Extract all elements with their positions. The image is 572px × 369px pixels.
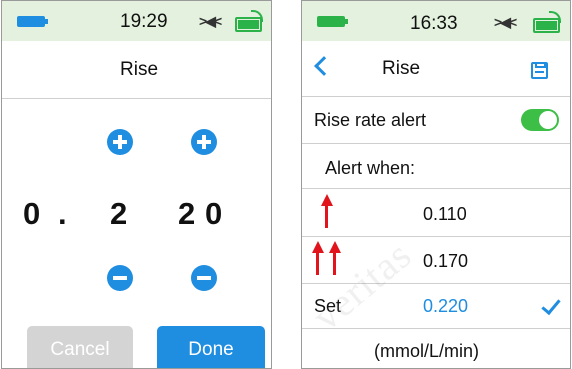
title-bar: Rise: [302, 41, 570, 97]
back-arrow-icon[interactable]: [314, 56, 334, 76]
signal-icon: >◀<: [494, 14, 517, 30]
decimal-point: .: [58, 196, 67, 231]
decrement-second-digit-button[interactable]: [191, 265, 217, 291]
status-time: 19:29: [120, 11, 168, 32]
alert-when-row: Alert when:: [302, 144, 570, 189]
cancel-button[interactable]: Cancel: [27, 326, 133, 368]
increment-second-digit-button[interactable]: [191, 129, 217, 155]
set-label: Set: [314, 296, 342, 316]
digit-fixed-zero: 0: [205, 196, 223, 231]
unit-label: (mmol/L/min): [374, 341, 480, 361]
double-arrow-threshold-row[interactable]: 0.170: [302, 237, 570, 284]
status-bar: 16:33 >◀<: [302, 1, 570, 41]
title-bar: Rise: [2, 41, 271, 99]
status-time: 16:33: [410, 13, 458, 34]
digit-editable-1[interactable]: 2: [110, 196, 127, 232]
rise-alert-settings-screen: 16:33 >◀< Rise Rise rate alert Alert whe…: [301, 0, 571, 369]
alert-when-label: Alert when:: [325, 158, 416, 178]
set-value: 0.220: [423, 296, 469, 316]
decrement-first-digit-button[interactable]: [107, 265, 133, 291]
digit-integer: 0: [23, 196, 41, 231]
set-threshold-row[interactable]: Set 0.220: [302, 284, 570, 329]
page-title: Rise: [120, 59, 159, 80]
done-button[interactable]: Done: [157, 326, 265, 368]
single-arrow-threshold-row[interactable]: 0.110: [302, 189, 570, 237]
selected-check-icon: [541, 294, 561, 316]
rise-rate-alert-label: Rise rate alert: [314, 110, 427, 130]
double-arrow-threshold-value: 0.170: [423, 251, 469, 271]
status-bar: 19:29 >◀<: [2, 1, 271, 41]
rise-value-editor-screen: 19:29 >◀< Rise 0 . 2 2 0 Cancel Done: [1, 0, 272, 369]
increment-first-digit-button[interactable]: [107, 129, 133, 155]
rise-rate-alert-row: Rise rate alert: [302, 97, 570, 144]
page-title: Rise: [382, 58, 421, 79]
rise-rate-alert-toggle[interactable]: [521, 109, 559, 131]
digit-editable-2[interactable]: 2: [178, 196, 195, 232]
signal-icon: >◀<: [199, 13, 222, 29]
save-icon[interactable]: [531, 62, 548, 79]
single-arrow-threshold-value: 0.110: [423, 204, 467, 224]
